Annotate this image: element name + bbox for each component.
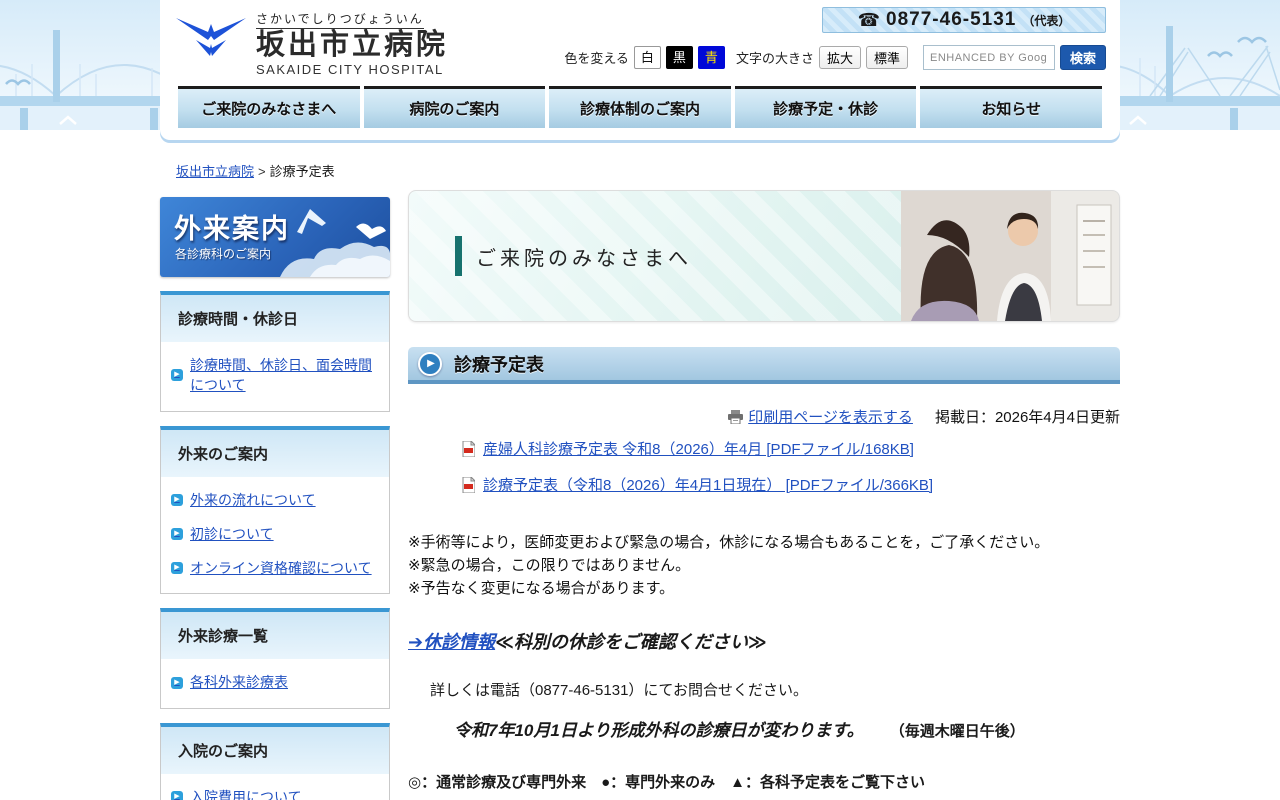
posted-date: 掲載日：2026年4月4日更新 — [934, 409, 1120, 426]
breadcrumb: 坂出市立病院 > 診療予定表 — [176, 161, 335, 180]
hospital-logo[interactable]: さかいでしりつびょういん 坂出市立病院 SAKAIDE CITY HOSPITA… — [174, 0, 448, 84]
sidebar: 外来案内 各診療科のご案内 診療時間・休診日 ▶ 診療時間、休診日、面会時間につ… — [160, 197, 390, 800]
search-input[interactable] — [922, 45, 1055, 70]
notice-text: ※手術等により，医師変更および緊急の場合，休診になる場合もあることを，ご了承くだ… — [408, 531, 1120, 600]
phone-suffix: （代表） — [1022, 13, 1071, 28]
sidebar-link-online-eligibility[interactable]: ▶ オンライン資格確認について — [169, 551, 381, 585]
sidebar-link-label: 各科外来診療表 — [190, 674, 288, 691]
main-navigation: ご来院のみなさまへ 病院のご案内 診療体制のご案内 診療予定・休診 お知らせ — [178, 86, 1102, 128]
play-icon: ▶ — [418, 351, 442, 376]
sidebar-section-admission: 入院のご案内 ▶ 入院費用について ▶ 入院の手続き、準備する — [160, 722, 390, 800]
arrow-bullet-icon: ▶ — [171, 562, 183, 575]
hospital-furigana: さかいでしりつびょういん — [256, 10, 424, 29]
page-banner-title-row: ご来院のみなさまへ — [455, 236, 692, 276]
sidebar-link-label: 診療時間、休診日、面会時間について — [190, 357, 372, 394]
logo-text: さかいでしりつびょういん 坂出市立病院 SAKAIDE CITY HOSPITA… — [256, 6, 448, 77]
sidebar-link-label: オンライン資格確認について — [190, 560, 372, 577]
phone-number: 0877-46-5131 — [886, 9, 1017, 30]
breadcrumb-separator: > — [258, 164, 266, 179]
arrow-bullet-icon: ▶ — [171, 676, 183, 689]
main-content: ご来院のみなさまへ ▶ 診療予定表 印刷用ページを表示する 掲載日：2026年4… — [408, 190, 1120, 800]
font-size-label: 文字の大きさ — [735, 51, 814, 66]
sidebar-section-hours: 診療時間・休診日 ▶ 診療時間、休診日、面会時間について — [160, 291, 390, 412]
nav-tab-visitors[interactable]: ご来院のみなさまへ — [178, 86, 360, 128]
pdf-file-icon — [462, 476, 475, 493]
page-banner-title: ご来院のみなさまへ — [476, 247, 692, 270]
sidebar-section-outpatient-list: 外来診療一覧 ▶ 各科外来診療表 — [160, 608, 390, 709]
hospital-name-en: SAKAIDE CITY HOSPITAL — [256, 62, 444, 78]
section-heading: ▶ 診療予定表 — [408, 347, 1120, 384]
arrow-bullet-icon: ▶ — [171, 369, 183, 382]
notice-line: ※予告なく変更になる場合があります。 — [408, 580, 675, 597]
page: さかいでしりつびょういん 坂出市立病院 SAKAIDE CITY HOSPITA… — [0, 0, 1280, 800]
printer-icon — [728, 409, 744, 424]
notice-line: ※手術等により，医師変更および緊急の場合，休診になる場合もあることを，ご了承くだ… — [408, 534, 1050, 551]
sidebar-link-label: 入院費用について — [190, 788, 302, 800]
header-utilities: ☎ 0877-46-5131 （代表） 色を変える 白 黒 青 文字の大きさ 拡… — [564, 0, 1106, 84]
nav-tab-medical-system[interactable]: 診療体制のご案内 — [549, 86, 731, 128]
arrow-bullet-icon: ▶ — [171, 528, 183, 541]
pdf-link-row: 診療予定表（令和8（2026）年4月1日現在） [PDFファイル/366KB] — [462, 474, 1120, 495]
schedule-change-row: 令和7年10月1日より形成外科の診療日が変わります。 （毎週木曜日午後） — [454, 716, 1120, 741]
schedule-change-detail: （毎週木曜日午後） — [889, 723, 1025, 740]
search-button[interactable]: 検索 — [1059, 45, 1106, 70]
sidebar-link-first-visit[interactable]: ▶ 初診について — [169, 517, 381, 551]
accessibility-controls: 色を変える 白 黒 青 文字の大きさ 拡大 標準 検索 — [564, 45, 1106, 70]
nav-tab-schedule[interactable]: 診療予定・休診 — [734, 86, 917, 128]
sidebar-link-label: 初診について — [190, 525, 274, 542]
color-white-button[interactable]: 白 — [633, 46, 661, 69]
pdf-link-row: 産婦人科診療予定表 令和8（2026）年4月 [PDFファイル/168KB] — [462, 438, 1120, 459]
breadcrumb-home-link[interactable]: 坂出市立病院 — [176, 164, 254, 179]
pdf-link-schedule[interactable]: 診療予定表（令和8（2026）年4月1日現在） [PDFファイル/366KB] — [483, 474, 933, 495]
sidebar-link-label: 外来の流れについて — [190, 491, 316, 508]
logo-bird-icon — [176, 18, 246, 56]
pdf-file-icon — [462, 440, 475, 457]
print-page-link[interactable]: 印刷用ページを表示する — [728, 406, 913, 427]
title-accent-bar — [455, 236, 462, 276]
symbol-legend: ◎：通常診療及び専門外来 ●：専門外来のみ ▲：各科予定表をご覧下さい — [408, 774, 925, 791]
arrow-bullet-icon: ▶ — [171, 790, 183, 800]
breadcrumb-current: 診療予定表 — [269, 164, 335, 179]
font-size-large-button[interactable]: 拡大 — [818, 46, 861, 69]
pdf-link-obstetrics[interactable]: 産婦人科診療予定表 令和8（2026）年4月 [PDFファイル/168KB] — [483, 438, 914, 459]
print-link-label: 印刷用ページを表示する — [748, 409, 913, 426]
font-size-standard-button[interactable]: 標準 — [865, 46, 908, 69]
nav-tab-news[interactable]: お知らせ — [920, 86, 1102, 128]
schedule-change-notice: 令和7年10月1日より形成外科の診療日が変わります。 — [454, 721, 864, 740]
color-black-button[interactable]: 黒 — [665, 46, 693, 69]
phone-inquiry-note: 詳しくは電話（0877-46-5131）にてお問合せください。 — [430, 682, 808, 699]
print-row: 印刷用ページを表示する 掲載日：2026年4月4日更新 — [408, 406, 1120, 427]
phone-banner: ☎ 0877-46-5131 （代表） — [822, 7, 1106, 33]
sidebar-link-outpatient-flow[interactable]: ▶ 外来の流れについて — [169, 483, 381, 517]
section-title: 診療予定表 — [454, 354, 544, 375]
sidebar-section-outpatient-guide: 外来のご案内 ▶ 外来の流れについて ▶ 初診について ▶ オンライン資格確認に… — [160, 425, 390, 595]
sidebar-link-department-schedule[interactable]: ▶ 各科外来診療表 — [169, 665, 381, 699]
color-blue-button[interactable]: 青 — [697, 46, 725, 69]
header-card: さかいでしりつびょういん 坂出市立病院 SAKAIDE CITY HOSPITA… — [160, 0, 1120, 140]
header-row: さかいでしりつびょういん 坂出市立病院 SAKAIDE CITY HOSPITA… — [174, 0, 1106, 84]
sidebar-link-admission-cost[interactable]: ▶ 入院費用について — [169, 780, 381, 800]
color-change-label: 色を変える — [564, 51, 629, 66]
sidebar-section-title: 外来診療一覧 — [161, 612, 389, 660]
sidebar-section-title: 外来のご案内 — [161, 429, 389, 477]
closure-info-note: ≪科別の休診をご確認ください≫ — [495, 632, 767, 652]
sidebar-section-title: 入院のご案内 — [161, 726, 389, 774]
sidebar-outpatient-banner[interactable]: 外来案内 各診療科のご案内 — [160, 197, 390, 277]
closure-info-row: ➔休診情報≪科別の休診をご確認ください≫ — [408, 628, 1120, 654]
sidebar-section-title: 診療時間・休診日 — [161, 295, 389, 342]
phone-icon: ☎ — [857, 10, 881, 30]
page-banner: ご来院のみなさまへ — [408, 190, 1120, 322]
sidebar-banner-subtitle: 各診療科のご案内 — [175, 247, 272, 261]
reception-photo — [901, 191, 1119, 321]
arrow-bullet-icon: ▶ — [171, 493, 183, 506]
nav-tab-hospital-guide[interactable]: 病院のご案内 — [363, 86, 546, 128]
sidebar-banner-title: 外来案内 — [174, 214, 290, 244]
sidebar-link-hours-visiting[interactable]: ▶ 診療時間、休診日、面会時間について — [169, 348, 381, 403]
notice-line: ※緊急の場合，この限りではありません。 — [408, 557, 691, 574]
hospital-name: 坂出市立病院 — [256, 29, 449, 61]
closure-info-link[interactable]: ➔休診情報 — [408, 632, 495, 652]
